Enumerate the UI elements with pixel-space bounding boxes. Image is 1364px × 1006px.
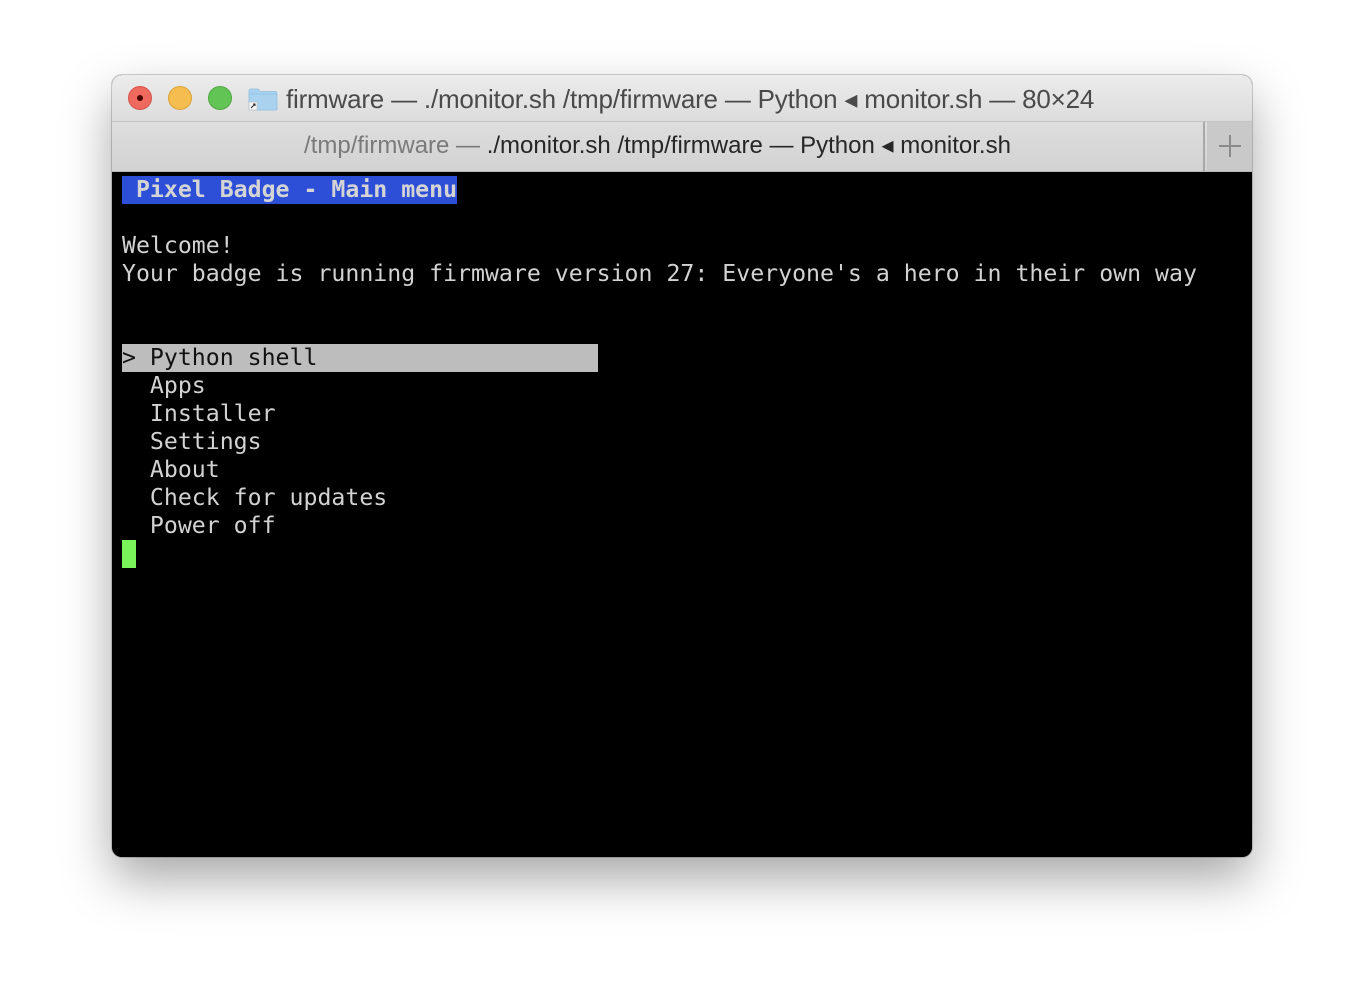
menu-item-python-shell[interactable]: > Python shell xyxy=(122,344,598,372)
new-tab-button[interactable] xyxy=(1207,122,1252,171)
menu-item-label: Settings xyxy=(149,428,262,455)
window-title: firmware — ./monitor.sh /tmp/firmware — … xyxy=(286,84,1095,114)
menu-item-check-for-updates[interactable]: Check for updates xyxy=(122,484,387,512)
terminal-screen[interactable]: Pixel Badge - Main menu Welcome! Your ba… xyxy=(112,172,1252,857)
tab-bar: /tmp/firmware — ./monitor.sh /tmp/firmwa… xyxy=(112,122,1252,172)
terminal-window: firmware — ./monitor.sh /tmp/firmware — … xyxy=(112,75,1252,857)
close-icon xyxy=(137,95,143,101)
plus-icon-vertical xyxy=(1229,135,1231,157)
menu-item-apps[interactable]: Apps xyxy=(122,372,206,400)
menu-item-power-off[interactable]: Power off xyxy=(122,512,276,540)
menu-item-label: Python shell xyxy=(149,344,318,371)
close-button[interactable] xyxy=(128,86,152,110)
title-bar[interactable]: firmware — ./monitor.sh /tmp/firmware — … xyxy=(112,75,1252,122)
menu-item-label: Power off xyxy=(149,512,276,539)
menu-header: Pixel Badge - Main menu xyxy=(122,176,458,204)
welcome-text: Welcome! xyxy=(122,232,234,259)
menu-item-label: Check for updates xyxy=(149,484,388,511)
menu-item-label: Installer xyxy=(149,400,276,427)
menu-item-installer[interactable]: Installer xyxy=(122,400,276,428)
menu-item-label: Apps xyxy=(149,372,206,399)
tab-monitor[interactable]: /tmp/firmware — ./monitor.sh /tmp/firmwa… xyxy=(112,122,1205,171)
menu-item-about[interactable]: About xyxy=(122,456,220,484)
menu-pointer: > xyxy=(122,344,150,371)
folder-alias-icon xyxy=(248,88,278,111)
tab-path-prefix: /tmp/firmware — xyxy=(304,132,487,159)
terminal-cursor xyxy=(122,540,136,568)
zoom-button[interactable] xyxy=(208,86,232,110)
menu-item-label: About xyxy=(149,456,220,483)
firmware-version-text: Your badge is running firmware version 2… xyxy=(122,260,1197,287)
menu-item-settings[interactable]: Settings xyxy=(122,428,262,456)
tab-label: ./monitor.sh /tmp/firmware — Python ◂ mo… xyxy=(486,132,1011,159)
minimize-button[interactable] xyxy=(168,86,192,110)
